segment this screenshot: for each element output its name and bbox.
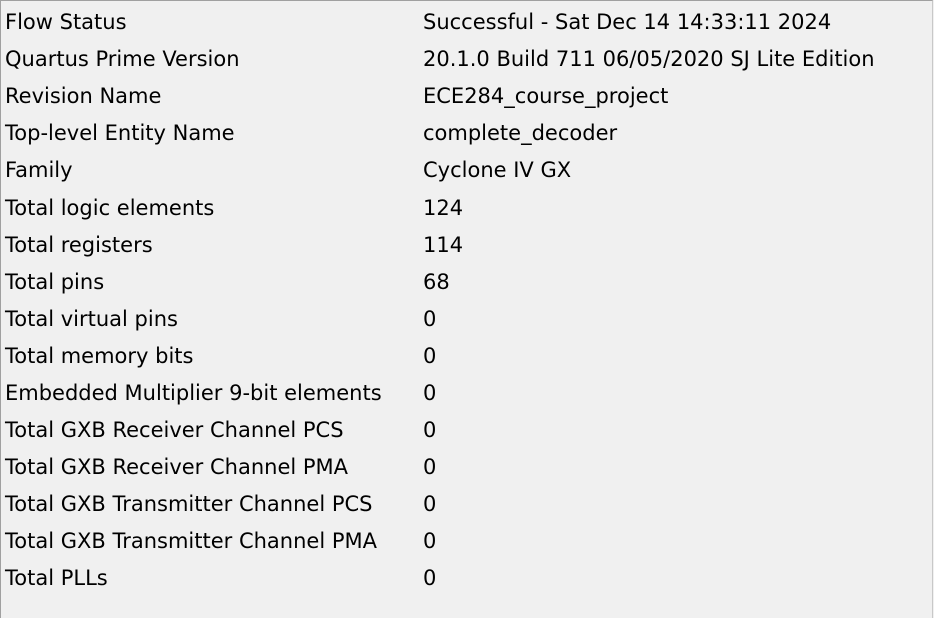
table-row[interactable]: Total logic elements 124 [5, 189, 928, 226]
row-label: Total GXB Transmitter Channel PCS [5, 492, 373, 517]
row-value: 0 [423, 492, 437, 517]
row-label: Total virtual pins [5, 306, 178, 331]
row-label: Total pins [5, 269, 105, 294]
table-row[interactable]: Total memory bits 0 [5, 338, 928, 375]
table-row[interactable]: Embedded Multiplier 9-bit elements 0 [5, 375, 928, 412]
flow-summary-table: Flow Status Successful - Sat Dec 14 14:3… [5, 4, 928, 598]
row-value: ECE284_course_project [423, 84, 669, 109]
row-value: 0 [423, 306, 437, 331]
table-row[interactable]: Family Cyclone IV GX [5, 152, 928, 189]
flow-summary-panel: Flow Status Successful - Sat Dec 14 14:3… [0, 0, 933, 618]
row-value: complete_decoder [423, 121, 618, 146]
table-row[interactable]: Total GXB Receiver Channel PCS 0 [5, 412, 928, 449]
row-value: 0 [423, 418, 437, 443]
row-label: Flow Status [5, 10, 127, 35]
row-value: 0 [423, 455, 437, 480]
table-row[interactable]: Total GXB Transmitter Channel PCS 0 [5, 486, 928, 523]
table-row[interactable]: Total GXB Receiver Channel PMA 0 [5, 449, 928, 486]
row-label: Family [5, 158, 73, 183]
row-value: 68 [423, 269, 450, 294]
table-row[interactable]: Total GXB Transmitter Channel PMA 0 [5, 523, 928, 560]
row-label: Revision Name [5, 84, 162, 109]
row-value: Cyclone IV GX [423, 158, 572, 183]
table-row[interactable]: Total PLLs 0 [5, 560, 928, 597]
row-label: Total GXB Receiver Channel PMA [5, 455, 349, 480]
row-label: Embedded Multiplier 9-bit elements [5, 380, 382, 405]
row-label: Quartus Prime Version [5, 47, 240, 72]
table-row[interactable]: Total registers 114 [5, 227, 928, 264]
row-value: Successful - Sat Dec 14 14:33:11 2024 [423, 10, 832, 35]
row-value: 114 [423, 232, 464, 257]
row-label: Top-level Entity Name [5, 121, 235, 146]
table-row[interactable]: Total virtual pins 0 [5, 301, 928, 338]
table-row[interactable]: Flow Status Successful - Sat Dec 14 14:3… [5, 4, 928, 41]
row-label: Total memory bits [5, 343, 194, 368]
row-value: 0 [423, 566, 437, 591]
row-value: 0 [423, 380, 437, 405]
table-row[interactable]: Total pins 68 [5, 264, 928, 301]
table-row[interactable]: Quartus Prime Version 20.1.0 Build 711 0… [5, 41, 928, 78]
table-row[interactable]: Top-level Entity Name complete_decoder [5, 115, 928, 152]
row-value: 20.1.0 Build 711 06/05/2020 SJ Lite Edit… [423, 47, 875, 72]
row-label: Total registers [5, 232, 153, 257]
table-row[interactable]: Revision Name ECE284_course_project [5, 78, 928, 115]
row-label: Total PLLs [5, 566, 108, 591]
row-label: Total logic elements [5, 195, 215, 220]
row-label: Total GXB Receiver Channel PCS [5, 418, 344, 443]
row-value: 0 [423, 529, 437, 554]
row-value: 0 [423, 343, 437, 368]
row-label: Total GXB Transmitter Channel PMA [5, 529, 377, 554]
row-value: 124 [423, 195, 464, 220]
